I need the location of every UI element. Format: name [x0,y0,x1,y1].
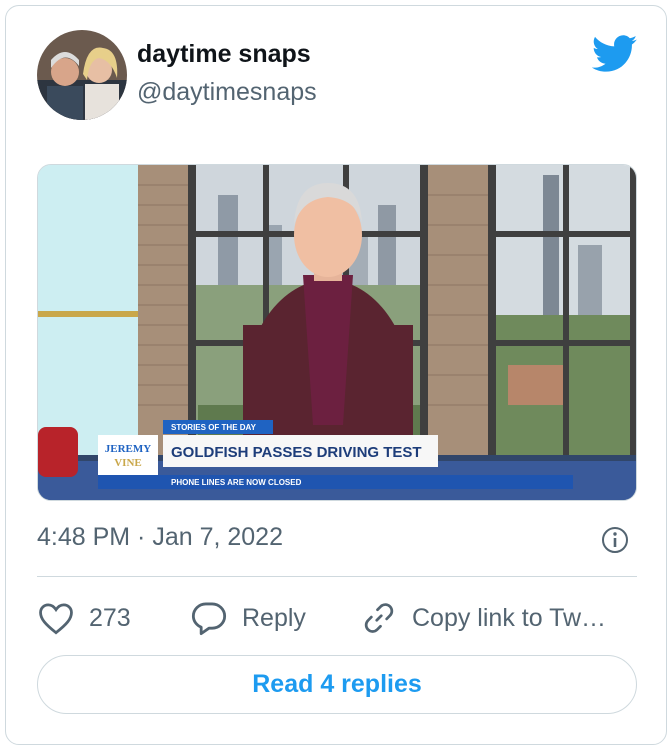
news-ticker: PHONE LINES ARE NOW CLOSED [171,478,302,487]
news-headline: GOLDFISH PASSES DRIVING TEST [171,444,422,461]
twitter-bird-icon[interactable] [592,35,638,73]
avatar[interactable] [37,30,127,120]
show-logo-top: JEREMY [105,443,152,455]
strap-label: STORIES OF THE DAY [171,423,257,432]
show-logo-bottom: VINE [114,457,142,469]
link-icon [364,603,394,633]
reply-button[interactable]: Reply [190,598,306,638]
info-icon[interactable] [600,525,630,555]
like-button[interactable]: 273 [37,598,131,638]
like-count: 273 [89,603,131,632]
author-name[interactable]: daytime snaps [137,40,311,69]
heart-icon [39,603,73,635]
divider [37,576,637,577]
tweet-media-image[interactable]: STORIES OF THE DAY JEREMY VINE GOLDFISH … [37,164,637,501]
read-replies-button[interactable]: Read 4 replies [37,655,637,714]
reply-icon [191,602,227,636]
author-handle[interactable]: @daytimesnaps [137,78,317,107]
reply-label: Reply [242,603,306,632]
tweet-timestamp[interactable]: 4:48 PM · Jan 7, 2022 [37,523,283,552]
copy-link-button[interactable]: Copy link to Tw… [360,598,606,638]
copy-link-label: Copy link to Tw… [412,603,607,632]
